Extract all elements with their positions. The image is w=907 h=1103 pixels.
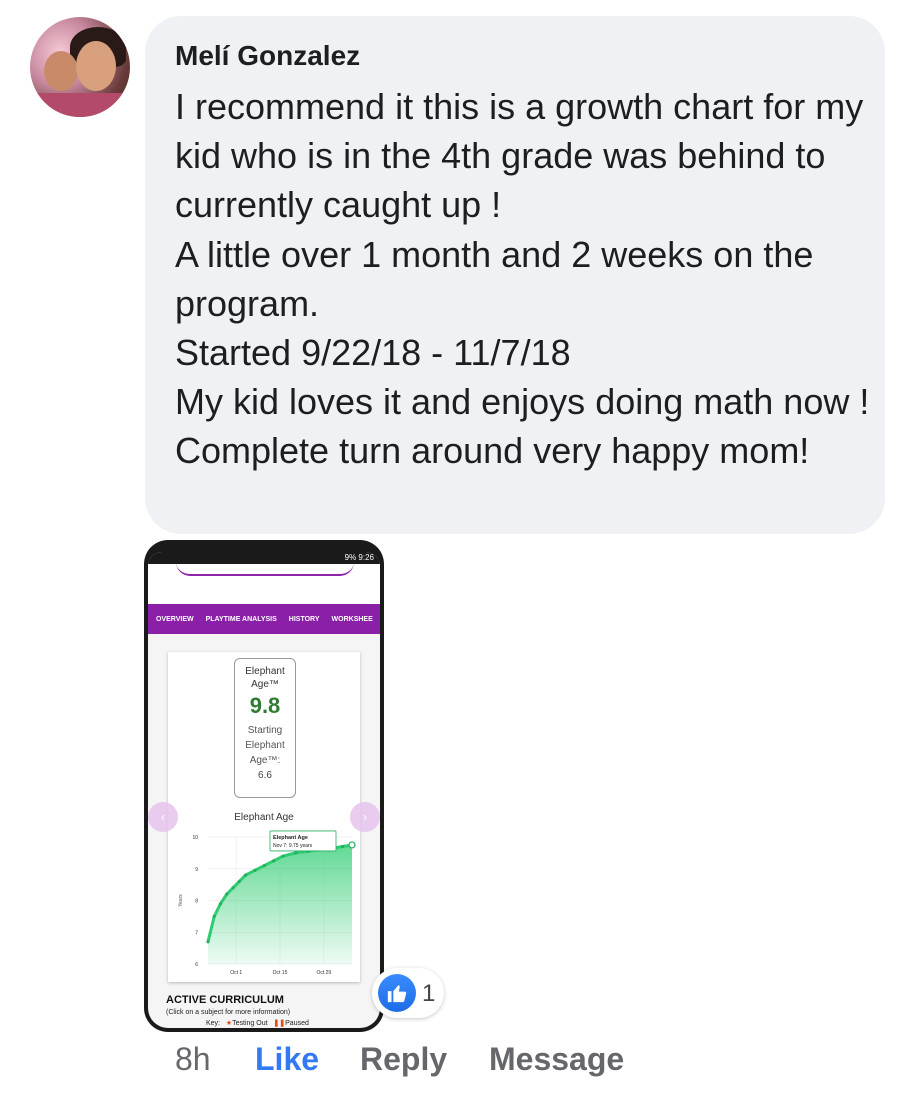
tab-playtime-analysis[interactable]: PLAYTIME ANALYSIS	[206, 616, 277, 623]
data-point	[253, 868, 257, 872]
tab-bar: OVERVIEW PLAYTIME ANALYSIS HISTORY WORKS…	[148, 604, 380, 634]
data-point	[272, 859, 276, 863]
avatar-child-face	[44, 51, 78, 91]
y-axis-label: Years	[178, 894, 184, 907]
data-point	[206, 940, 210, 944]
phone-screen: 9% 9:26 OVERVIEW PLAYTIME ANALYSIS HISTO…	[148, 552, 380, 1028]
data-point	[212, 914, 216, 918]
active-curriculum-title: ACTIVE CURRICULUM	[166, 994, 284, 1006]
tooltip-title: Elephant Age	[273, 835, 308, 841]
curriculum-key: Key: ★Testing Out ❚❚Paused	[206, 1019, 309, 1027]
avatar-shirt	[30, 93, 130, 117]
thumbs-up-icon	[378, 974, 416, 1012]
attached-screenshot[interactable]: 9% 9:26 OVERVIEW PLAYTIME ANALYSIS HISTO…	[144, 540, 384, 1032]
y-tick-label: 10	[192, 835, 198, 841]
growth-card: Elephant Age™ 9.8 Starting Elephant Age™…	[148, 652, 380, 982]
x-tick-label: Oct 15	[273, 970, 288, 976]
data-point	[262, 863, 266, 868]
app-header	[148, 564, 380, 608]
x-tick-label: Oct 1	[230, 970, 242, 976]
data-point	[341, 844, 345, 849]
data-point	[294, 851, 298, 855]
reactions-badge[interactable]: 1	[372, 968, 444, 1018]
data-point-highlight	[348, 841, 356, 849]
pause-icon: ❚❚	[273, 1020, 286, 1027]
message-button[interactable]: Message	[489, 1041, 624, 1078]
avatar[interactable]	[30, 17, 130, 117]
tab-overview[interactable]: OVERVIEW	[156, 616, 194, 623]
comment-text: I recommend it this is a growth chart fo…	[175, 86, 870, 472]
data-point	[243, 873, 248, 877]
avatar-mother-face	[76, 41, 116, 91]
comment-bubble: Melí Gonzalez I recommend it this is a g…	[145, 16, 885, 534]
y-tick-label: 9	[195, 867, 198, 873]
y-tick-label: 6	[195, 962, 198, 968]
key-paused: Paused	[285, 1020, 309, 1027]
y-tick-label: 7	[195, 930, 198, 936]
tab-worksheets[interactable]: WORKSHEE	[332, 616, 373, 623]
active-curriculum-subtitle: (Click on a subject for more information…	[166, 1009, 291, 1016]
tooltip-text: Nov 7: 9.75 years	[273, 843, 313, 849]
key-label: Key:	[206, 1020, 221, 1027]
timestamp[interactable]: 8h	[175, 1041, 211, 1078]
like-button[interactable]: Like	[255, 1041, 319, 1078]
data-point	[281, 854, 285, 858]
y-tick-label: 8	[195, 899, 198, 905]
header-pill	[176, 562, 354, 576]
data-point	[218, 902, 223, 906]
growth-chart: 6 7 8 9 10 Oct 1 Oct 15 Oct 29 Years Elephant Ag…	[178, 830, 356, 976]
x-tick-label: Oct 29	[316, 970, 331, 976]
key-testing-out: Testing Out	[232, 1020, 268, 1027]
comment-author[interactable]: Melí Gonzalez	[175, 40, 360, 72]
data-point	[231, 886, 235, 890]
data-point	[237, 879, 241, 884]
data-point	[225, 892, 229, 896]
reply-button[interactable]: Reply	[360, 1041, 447, 1078]
growth-area	[208, 844, 352, 964]
tab-history[interactable]: HISTORY	[289, 616, 320, 623]
reaction-count: 1	[422, 980, 436, 1007]
